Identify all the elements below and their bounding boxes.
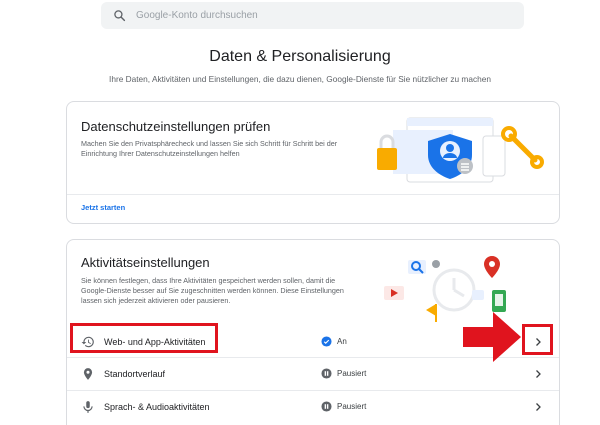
activity-row-status: An	[337, 337, 347, 346]
activity-row-status: Pausiert	[337, 369, 367, 378]
activity-card-title: Aktivitätseinstellungen	[81, 255, 210, 270]
activity-row-location[interactable]: Standortverlauf Pausiert	[67, 358, 559, 390]
privacy-check-card: Datenschutzeinstellungen prüfen Machen S…	[66, 101, 560, 224]
activity-row-label: Standortverlauf	[104, 369, 166, 379]
pause-circle-icon	[321, 401, 332, 412]
privacy-card-text: Machen Sie den Privatsphärecheck und las…	[81, 139, 338, 158]
page-subtitle: Ihre Daten, Aktivitäten und Einstellunge…	[109, 74, 491, 84]
search-input[interactable]: Google-Konto durchsuchen	[136, 10, 258, 21]
highlight-box-web-app	[70, 323, 218, 353]
location-pin-icon	[83, 368, 93, 380]
page-title: Daten & Personalisierung	[209, 48, 391, 65]
microphone-icon	[83, 401, 93, 413]
activity-row-label: Sprach- & Audioaktivitäten	[104, 402, 210, 412]
privacy-card-title: Datenschutzeinstellungen prüfen	[81, 119, 271, 134]
activity-row-voice-audio[interactable]: Sprach- & Audioaktivitäten Pausiert	[67, 391, 559, 423]
highlight-box-chevron	[522, 324, 553, 355]
chevron-right-icon[interactable]	[532, 401, 544, 413]
search-bar[interactable]: Google-Konto durchsuchen	[101, 2, 524, 29]
chevron-right-icon[interactable]	[532, 368, 544, 380]
start-privacy-check-link[interactable]: Jetzt starten	[81, 203, 125, 212]
check-circle-icon	[321, 336, 332, 347]
activity-card-text: Sie können festlegen, dass Ihre Aktivitä…	[81, 276, 344, 305]
pause-circle-icon	[321, 368, 332, 379]
search-icon	[114, 10, 126, 22]
card-divider	[67, 194, 559, 195]
privacy-illustration	[377, 117, 544, 183]
activity-row-status: Pausiert	[337, 402, 367, 411]
red-arrow-annotation	[463, 312, 521, 362]
